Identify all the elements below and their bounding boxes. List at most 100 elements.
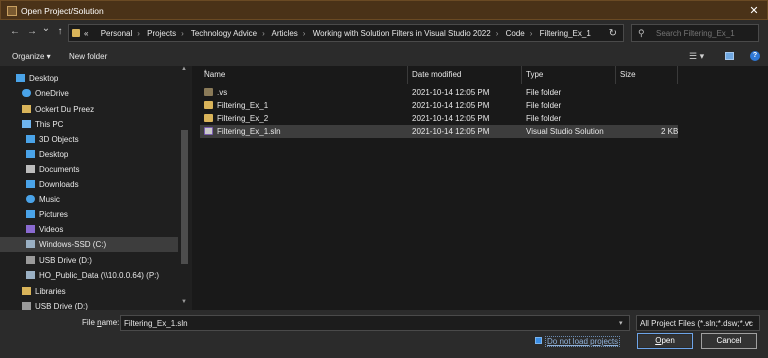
file-size: 2 KB	[661, 127, 679, 136]
recent-locations-chevron-icon[interactable]: ⌄	[40, 23, 52, 34]
download-icon	[26, 180, 35, 188]
nav-item-documents[interactable]: Documents	[26, 162, 176, 177]
do-not-load-label[interactable]: Do not load projects	[545, 336, 621, 347]
nav-scrollbar-thumb[interactable]	[181, 130, 188, 264]
folder-icon	[72, 29, 80, 37]
music-icon	[26, 195, 35, 203]
breadcrumb-overflow[interactable]: «	[84, 29, 88, 38]
address-row: ← → ⌄ ↑ « Personal › Projects › Technology…	[0, 20, 768, 46]
file-list: ^ Name Date modified Type Size .vs 2021-…	[192, 66, 768, 310]
column-header-name[interactable]: ^ Name	[200, 66, 408, 84]
cancel-button[interactable]: Cancel	[701, 333, 757, 349]
up-arrow-icon[interactable]: ↑	[54, 26, 66, 37]
folder-icon	[204, 88, 213, 96]
app-icon	[7, 6, 17, 16]
cloud-icon	[22, 89, 31, 97]
file-date: 2021-10-14 12:05 PM	[412, 88, 490, 97]
column-header-date[interactable]: Date modified	[408, 66, 522, 84]
window-title: Open Project/Solution	[21, 6, 104, 16]
file-date: 2021-10-14 12:05 PM	[412, 114, 490, 123]
file-date: 2021-10-14 12:05 PM	[412, 101, 490, 110]
breadcrumb-filtering-ex-1[interactable]: Filtering_Ex_1	[540, 29, 591, 38]
address-bar[interactable]: « Personal › Projects › Technology Advice ›…	[68, 24, 657, 42]
file-type: File folder	[526, 114, 562, 123]
nav-item-user[interactable]: Ockert Du Preez	[22, 102, 176, 117]
file-type-filter[interactable]: All Project Files (*.sln;*.dsw;*.vc	[636, 315, 760, 331]
file-row[interactable]: Filtering_Ex_2 2021-10-14 12:05 PM File …	[200, 112, 678, 125]
refresh-icon[interactable]: ↻	[609, 28, 617, 39]
command-bar: Organize ▾ New folder ☰ ▾ ?	[0, 46, 768, 66]
nav-item-usb-drive-2[interactable]: USB Drive (D:)	[22, 299, 176, 310]
picture-icon	[26, 210, 35, 218]
scroll-up-arrow-icon[interactable]: ▲	[181, 66, 187, 72]
open-button[interactable]: Open	[637, 333, 693, 349]
file-row[interactable]: .vs 2021-10-14 12:05 PM File folder	[200, 86, 678, 99]
breadcrumb-technology-advice[interactable]: Technology Advice	[191, 29, 257, 38]
file-name-dropdown-icon[interactable]: ▾	[619, 319, 623, 327]
nav-item-windows-ssd[interactable]: Windows-SSD (C:)	[0, 237, 178, 252]
breadcrumb-projects[interactable]: Projects	[147, 29, 176, 38]
nav-item-desktop[interactable]: Desktop	[16, 71, 176, 86]
nav-item-desktop-pc[interactable]: Desktop	[26, 147, 176, 162]
nav-item-this-pc[interactable]: This PC	[22, 117, 176, 132]
solution-file-icon	[204, 127, 213, 135]
change-view-icon[interactable]: ☰ ▾	[689, 51, 704, 62]
video-icon	[26, 225, 35, 233]
close-button[interactable]: ✕	[747, 4, 761, 17]
user-folder-icon	[22, 105, 31, 113]
file-name: .vs	[217, 88, 228, 97]
breadcrumb-separator: ›	[262, 29, 265, 38]
back-arrow-icon[interactable]: ←	[9, 26, 21, 37]
nav-item-downloads[interactable]: Downloads	[26, 177, 176, 192]
file-row-selected[interactable]: Filtering_Ex_1.sln 2021-10-14 12:05 PM V…	[200, 125, 678, 138]
breadcrumb-article-folder[interactable]: Working with Solution Filters in Visual …	[313, 29, 491, 38]
library-icon	[22, 287, 31, 295]
document-icon	[26, 165, 35, 173]
nav-item-videos[interactable]: Videos	[26, 222, 176, 237]
nav-item-usb-drive[interactable]: USB Drive (D:)	[26, 253, 176, 268]
file-name: Filtering_Ex_1	[217, 101, 269, 110]
file-type: File folder	[526, 88, 562, 97]
breadcrumb-personal[interactable]: Personal	[101, 29, 133, 38]
breadcrumb-separator: ›	[137, 29, 140, 38]
help-icon[interactable]: ?	[750, 51, 760, 61]
file-row[interactable]: Filtering_Ex_1 2021-10-14 12:05 PM File …	[200, 99, 678, 112]
forward-arrow-icon[interactable]: →	[26, 26, 38, 37]
nav-item-libraries[interactable]: Libraries	[22, 284, 176, 299]
nav-item-onedrive[interactable]: OneDrive	[22, 86, 176, 101]
usb-drive-icon	[22, 302, 31, 310]
nav-item-3d-objects[interactable]: 3D Objects	[26, 132, 176, 147]
file-name: Filtering_Ex_2	[217, 114, 269, 123]
breadcrumb-articles[interactable]: Articles	[272, 29, 298, 38]
chevron-down-icon[interactable]: ▾	[748, 319, 752, 327]
nav-item-music[interactable]: Music	[26, 192, 176, 207]
desktop-icon	[16, 74, 25, 82]
do-not-load-checkbox[interactable]	[535, 337, 542, 344]
file-name-input[interactable]	[120, 315, 630, 331]
preview-pane-icon[interactable]	[725, 52, 734, 60]
drive-icon	[26, 240, 35, 248]
scroll-down-arrow-icon[interactable]: ▼	[181, 299, 187, 305]
network-drive-icon	[26, 271, 35, 279]
breadcrumb-separator: ›	[495, 29, 499, 38]
pc-icon	[22, 120, 31, 128]
file-type: File folder	[526, 101, 562, 110]
file-name-label: File name:	[82, 318, 120, 327]
column-header-size[interactable]: Size	[616, 66, 678, 84]
breadcrumb-separator: ›	[181, 29, 184, 38]
cube-icon	[26, 135, 35, 143]
folder-icon	[204, 101, 213, 109]
nav-item-pictures[interactable]: Pictures	[26, 207, 176, 222]
nav-item-network-drive[interactable]: HO_Public_Data (\\10.0.0.64) (P:)	[26, 268, 176, 283]
new-folder-button[interactable]: New folder	[69, 52, 107, 61]
navigation-pane: Desktop OneDrive Ockert Du Preez This PC…	[0, 66, 190, 310]
dialog-footer: File name: ▾ All Project Files (*.sln;*.…	[0, 310, 768, 358]
search-input[interactable]	[656, 28, 752, 39]
title-bar: Open Project/Solution ✕	[0, 0, 768, 20]
search-box[interactable]: ⚲	[631, 24, 759, 42]
organize-button[interactable]: Organize ▾	[12, 52, 51, 61]
column-header-type[interactable]: Type	[522, 66, 616, 84]
file-date: 2021-10-14 12:05 PM	[412, 127, 490, 136]
breadcrumb-code[interactable]: Code	[506, 29, 525, 38]
folder-icon	[204, 114, 213, 122]
